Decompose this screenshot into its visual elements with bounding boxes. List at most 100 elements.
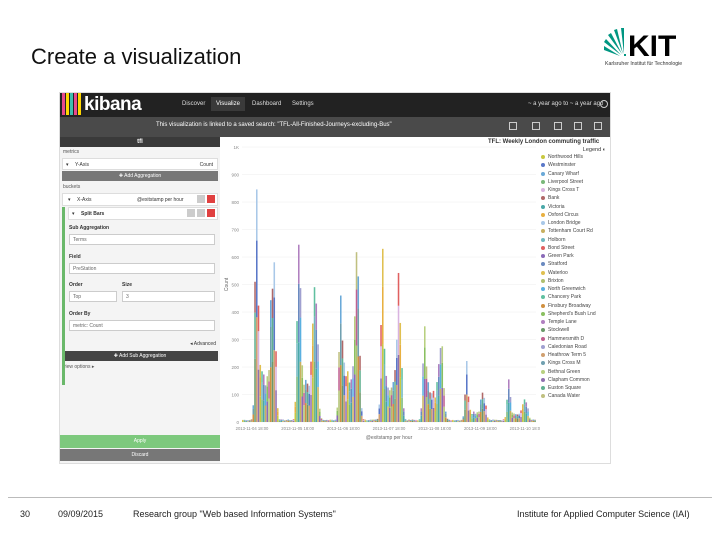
legend-item[interactable]: Northwood Hills: [540, 153, 610, 161]
legend-item[interactable]: Holborn: [540, 236, 610, 244]
bar-segment: [404, 420, 407, 422]
field-select[interactable]: PreStation: [69, 263, 215, 274]
bar-segment: [301, 396, 304, 422]
legend-item[interactable]: Green Park: [540, 252, 610, 260]
legend-item[interactable]: Clapham Common: [540, 376, 610, 384]
legend-item[interactable]: Bank: [540, 194, 610, 202]
bar-segment: [534, 420, 536, 422]
legend-item[interactable]: Temple Lane: [540, 318, 610, 326]
split-bars-row[interactable]: ▾ Split Bars: [68, 207, 218, 220]
legend: Legend ◐ Northwood Hills Westminster Canar…: [540, 147, 610, 463]
legend-item[interactable]: Canary Wharf: [540, 170, 610, 178]
bar-segment: [469, 409, 472, 413]
advanced-toggle[interactable]: ◂ Advanced: [190, 341, 216, 347]
bar-segment: [285, 421, 288, 422]
bar-segment: [287, 420, 290, 422]
x-axis-row[interactable]: ▾ X-Axis @exitstamp per hour: [62, 193, 218, 206]
bar-segment: [501, 420, 503, 422]
legend-item[interactable]: Heathrow Term 5: [540, 351, 610, 359]
legend-item[interactable]: Stockwell: [540, 326, 610, 334]
size-input[interactable]: 3: [122, 291, 215, 302]
refresh-icon[interactable]: [594, 122, 602, 130]
legend-item[interactable]: Canada Water: [540, 392, 610, 400]
legend-item[interactable]: Liverpool Street: [540, 178, 610, 186]
legend-item[interactable]: Bethnal Green: [540, 368, 610, 376]
apply-button[interactable]: Apply: [60, 435, 220, 448]
disable-toggle-button[interactable]: [197, 209, 205, 217]
add-aggregation-button[interactable]: ✚ Add Aggregation: [62, 171, 218, 181]
bar-segment: [294, 406, 297, 413]
x-tick-label: 2013-11-07 18:00: [373, 426, 406, 431]
legend-item[interactable]: Euston Square: [540, 384, 610, 392]
legend-item[interactable]: Waterloo: [540, 269, 610, 277]
bar-segment: [411, 419, 414, 421]
legend-item[interactable]: Shepherd's Bush Lnd: [540, 310, 610, 318]
legend-item[interactable]: North Greenwich: [540, 285, 610, 293]
bar-segment: [434, 397, 437, 403]
bar-segment: [445, 411, 447, 414]
legend-item[interactable]: Kings Cross M: [540, 359, 610, 367]
legend-color-icon: [541, 369, 545, 374]
order-select[interactable]: Top: [69, 291, 117, 302]
remove-x-axis-button[interactable]: [207, 195, 215, 203]
bar-segment: [429, 398, 431, 409]
bar-segment: [350, 388, 353, 403]
clock-icon[interactable]: [600, 100, 608, 108]
time-range[interactable]: ~ a year ago to ~ a year ago: [528, 101, 603, 107]
bar-segment: [298, 283, 300, 343]
bar-segment: [511, 417, 514, 422]
legend-item[interactable]: Oxford Circus: [540, 211, 610, 219]
y-axis-label: Y-Axis: [75, 162, 89, 168]
legend-item[interactable]: Kings Cross T: [540, 186, 610, 194]
footer-divider: [8, 497, 712, 498]
bar-segment: [406, 420, 409, 422]
bar-segment: [347, 371, 349, 383]
bar-segment: [446, 420, 449, 422]
legend-color-icon: [541, 179, 545, 184]
bar-segment: [387, 395, 389, 407]
legend-item[interactable]: Caledonian Road: [540, 343, 610, 351]
new-vis-icon[interactable]: [509, 122, 517, 130]
share-icon[interactable]: [574, 122, 582, 130]
bar-segment: [299, 361, 302, 422]
bar-segment: [270, 326, 272, 368]
bar-segment: [264, 385, 267, 394]
bar-segment: [420, 411, 423, 416]
bar-segment: [380, 378, 382, 422]
order-by-select[interactable]: metric: Count: [69, 320, 215, 331]
legend-item[interactable]: Bond Street: [540, 244, 610, 252]
legend-item[interactable]: Victoria: [540, 203, 610, 211]
open-icon[interactable]: [554, 122, 562, 130]
legend-item[interactable]: Westminster: [540, 161, 610, 169]
bar-segment: [312, 323, 314, 346]
y-axis-row[interactable]: ▾ Y-Axis Count: [62, 158, 218, 170]
legend-item[interactable]: Chancery Park: [540, 293, 610, 301]
bar-segment: [271, 362, 274, 422]
remove-split-button[interactable]: [207, 209, 215, 217]
legend-item[interactable]: Tottenham Court Rd: [540, 227, 610, 235]
move-up-button[interactable]: [187, 209, 195, 217]
legend-item[interactable]: Finsbury Broadway: [540, 302, 610, 310]
nav-discover[interactable]: Discover: [182, 101, 205, 107]
bar-segment: [502, 419, 505, 421]
bar-segment: [467, 410, 470, 422]
legend-item[interactable]: London Bridge: [540, 219, 610, 227]
legend-label: Oxford Circus: [548, 211, 579, 218]
bar-segment: [523, 399, 526, 405]
save-icon[interactable]: [532, 122, 540, 130]
legend-color-icon: [541, 287, 545, 291]
nav-visualize[interactable]: Visualize: [211, 97, 245, 111]
legend-item[interactable]: Brixton: [540, 277, 610, 285]
sub-aggregation-select[interactable]: Terms: [69, 234, 215, 245]
legend-item[interactable]: Stratford: [540, 260, 610, 268]
bar-segment: [331, 420, 333, 422]
bar-segment: [532, 420, 535, 422]
nav-settings[interactable]: Settings: [292, 101, 314, 107]
legend-item[interactable]: Hammersmith D: [540, 335, 610, 343]
bar-segment: [485, 414, 487, 422]
nav-dashboard[interactable]: Dashboard: [252, 101, 281, 107]
bar-segment: [459, 421, 461, 422]
discard-button[interactable]: Discard: [60, 449, 220, 461]
bar-segment: [480, 404, 482, 412]
disable-toggle-button[interactable]: [197, 195, 205, 203]
